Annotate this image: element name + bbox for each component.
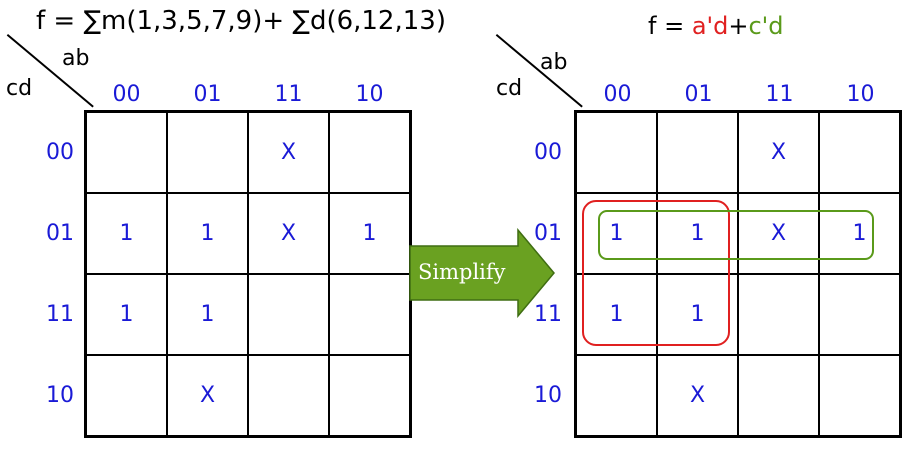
left-row-label: 11 [46,302,74,327]
left-row-label: 00 [46,140,74,165]
kmap-cell [86,112,167,193]
kmap-cell [248,274,329,355]
kmap-cell: 1 [167,193,248,274]
kmap-cell [819,355,900,436]
kmap-cell: X [248,193,329,274]
kmap-cell [248,355,329,436]
left-expression: f = ∑m(1,3,5,7,9)+ ∑d(6,12,13) [36,6,446,36]
plus-sign: + [728,12,749,40]
kmap-cell: 1 [86,193,167,274]
term-c-not-d: c'd [748,12,784,40]
kmap-cell [576,355,657,436]
right-row-variable: cd [496,76,523,101]
kmap-cell [329,355,410,436]
kmap-cell: 1 [329,193,410,274]
right-expression: f = a'd+c'd [648,12,784,40]
kmap-cell: X [738,112,819,193]
kmap-cell [738,355,819,436]
kmap-cell [819,274,900,355]
right-col-label: 10 [846,82,875,107]
right-col-variable: ab [540,50,568,75]
kmap-cell [738,274,819,355]
kmap-cell: X [657,355,738,436]
left-col-label: 11 [274,82,303,107]
right-row-label: 01 [534,221,562,246]
kmap-cell [329,112,410,193]
kmap-cell: 1 [86,274,167,355]
kmap-cell [819,112,900,193]
left-row-label: 10 [46,383,74,408]
kmap-cell [657,112,738,193]
right-row-label: 00 [534,140,562,165]
right-col-label: 00 [603,82,632,107]
left-row-variable: cd [6,76,33,101]
simplify-label: Simplify [418,260,506,284]
kmap-cell: X [167,355,248,436]
right-row-label: 10 [534,383,562,408]
group-loop-c-not-d [598,210,874,260]
left-row-label: 01 [46,221,74,246]
kmap-cell [167,112,248,193]
kmap-cell [86,355,167,436]
kmap-cell [329,274,410,355]
kmap-cell: X [248,112,329,193]
left-col-variable: ab [62,46,90,71]
left-col-label: 00 [112,82,141,107]
right-row-label: 11 [534,302,562,327]
right-col-label: 01 [684,82,713,107]
kmap-cell [576,112,657,193]
term-a-not-d: a'd [691,12,729,40]
kmap-cell: 1 [167,274,248,355]
expression-prefix: f = [648,12,692,40]
left-col-label: 01 [193,82,222,107]
left-col-label: 10 [355,82,384,107]
left-kmap-grid: X 1 1 X 1 1 1 X [84,110,412,438]
right-col-label: 11 [765,82,794,107]
